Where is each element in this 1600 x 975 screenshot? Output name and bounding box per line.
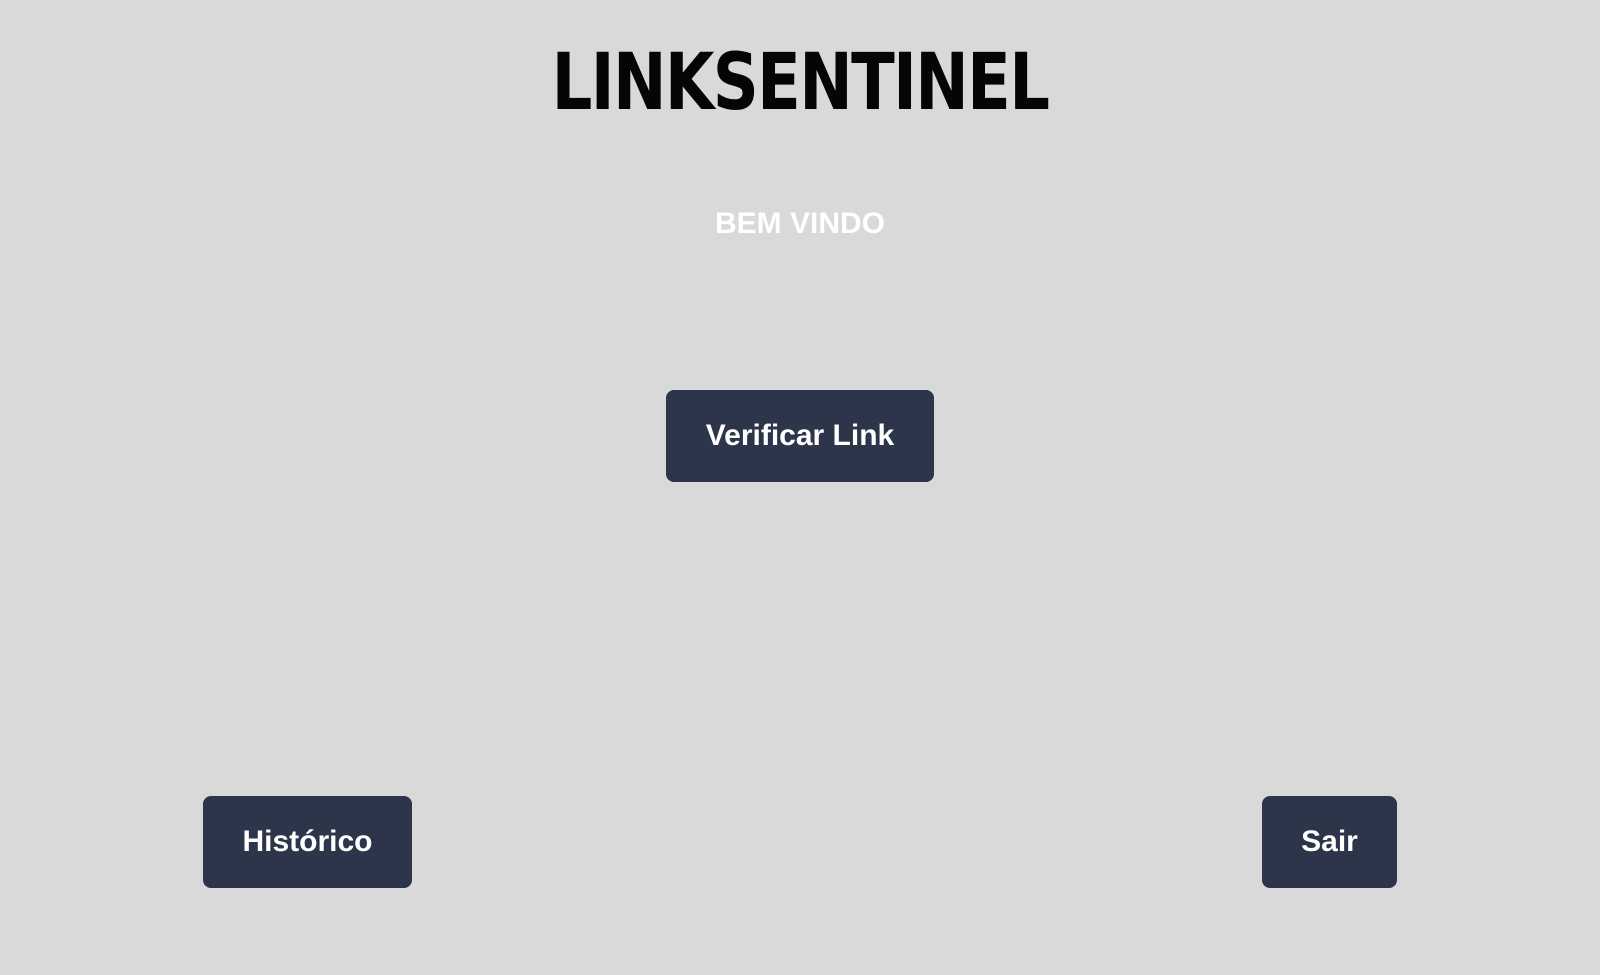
app-logo: LINKSENTINEL	[551, 38, 1050, 128]
welcome-heading: BEM VINDO	[714, 207, 885, 240]
history-button[interactable]: Histórico	[203, 796, 412, 888]
verify-link-button[interactable]: Verificar Link	[666, 390, 934, 482]
exit-button[interactable]: Sair	[1262, 796, 1397, 888]
